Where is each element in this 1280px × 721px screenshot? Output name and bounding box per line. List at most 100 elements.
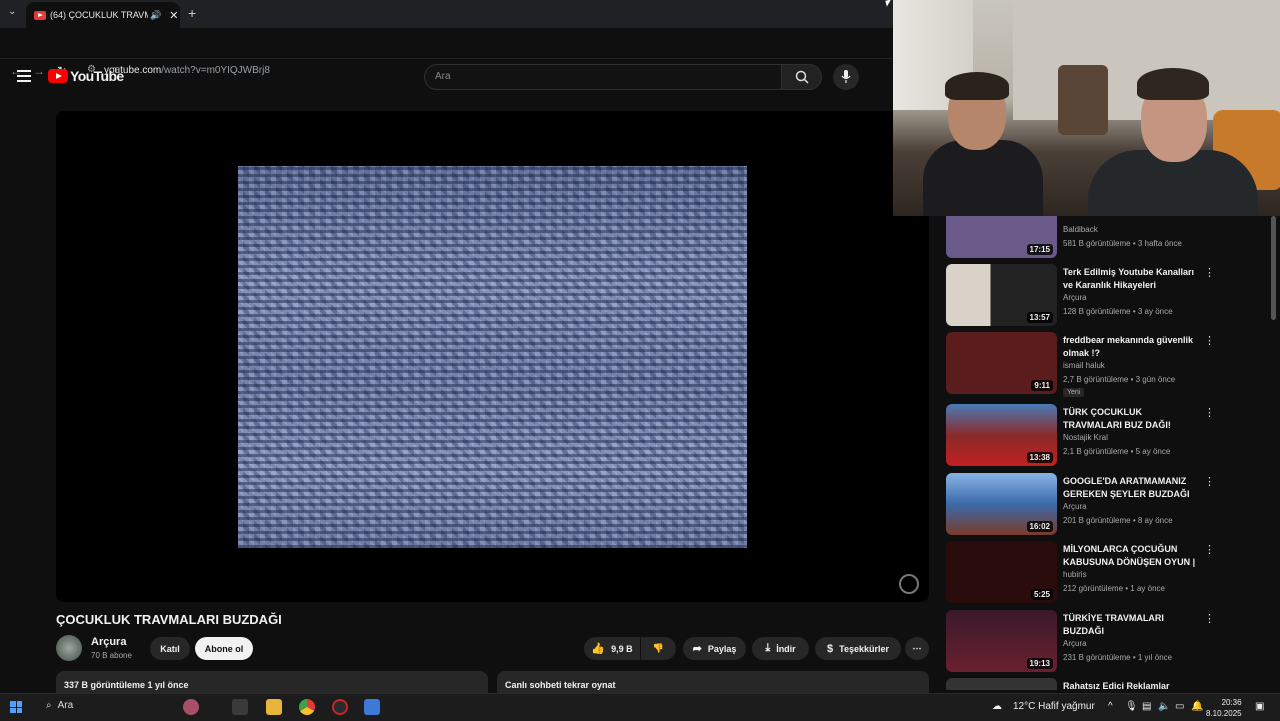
more-vert-icon[interactable]: ⋮ xyxy=(1204,406,1215,419)
windows-start-icon[interactable] xyxy=(10,701,22,713)
super-thanks-icon: $ xyxy=(827,642,834,655)
item-meta: 581 B görüntüleme • 3 hafta önce xyxy=(1063,239,1182,248)
item-title[interactable]: Rahatsız Edici Reklamlar xyxy=(1063,680,1201,690)
list-item[interactable]: 17:15 Baldiback 581 B görüntüleme • 3 ha… xyxy=(946,216,1226,260)
video-thumbnail[interactable]: 13:57 xyxy=(946,264,1057,326)
taskbar-search[interactable]: ⌕ Ara xyxy=(40,700,73,711)
more-vert-icon[interactable]: ⋮ xyxy=(1204,266,1215,279)
join-button[interactable]: Katıl xyxy=(150,637,190,660)
item-title[interactable]: GOOGLE'DA ARATMAMANIZ GEREKEN ŞEYLER BUZ… xyxy=(1063,475,1201,501)
windows-taskbar: ⌕ Ara ☁ 12°C Hafif yağmur ^ 🎙 ▤ 🔈 ▭ 🔔 20:… xyxy=(0,693,1280,721)
item-channel[interactable]: ismail haluk xyxy=(1063,361,1105,370)
more-vert-icon[interactable]: ⋮ xyxy=(1204,612,1215,625)
video-thumbnail[interactable]: 13:38 xyxy=(946,404,1057,466)
like-count: 9,9 B xyxy=(611,643,633,654)
more-icon: ⋯ xyxy=(912,643,922,653)
item-channel[interactable]: Baldiback xyxy=(1063,225,1098,234)
download-icon: ⤓ xyxy=(765,642,771,654)
list-item[interactable]: 19:13 TÜRKİYE TRAVMALARI BUZDAĞI Arçura … xyxy=(946,610,1226,674)
url-field[interactable]: youtube.com/watch?v=m0YIQJWBrj8 xyxy=(104,65,270,76)
subscribe-button[interactable]: Abone ol xyxy=(195,637,253,660)
item-title[interactable]: MİLYONLARCA ÇOCUĞUN KABUSUNA DÖNÜŞEN OYU… xyxy=(1063,543,1201,569)
volume-icon[interactable]: 🔈 xyxy=(1158,701,1170,712)
item-channel[interactable]: hubiris xyxy=(1063,570,1087,579)
more-vert-icon[interactable]: ⋮ xyxy=(1204,475,1215,488)
weather-text[interactable]: 12°C Hafif yağmur xyxy=(1013,701,1095,712)
item-channel[interactable]: Arçura xyxy=(1063,502,1087,511)
list-item[interactable]: 13:57 Terk Edilmiş Youtube Kanalları ve … xyxy=(946,264,1226,328)
share-button[interactable]: ➦ Paylaş xyxy=(683,637,746,660)
video-title: ÇOCUKLUK TRAVMALARI BUZDAĞI xyxy=(56,612,282,627)
video-thumbnail[interactable]: 19:13 xyxy=(946,610,1057,672)
channel-watermark-icon[interactable] xyxy=(899,574,919,594)
item-title[interactable]: Terk Edilmiş Youtube Kanalları ve Karanl… xyxy=(1063,266,1201,292)
chrome-icon[interactable] xyxy=(299,699,315,715)
more-actions-button[interactable]: ⋯ xyxy=(905,637,929,660)
notifications-icon[interactable]: ▣ xyxy=(1255,701,1264,712)
item-meta: 2,7 B görüntüleme • 3 gün önce xyxy=(1063,375,1176,384)
task-view-icon[interactable] xyxy=(232,699,248,715)
item-meta: 2,1 B görüntüleme • 5 ay önce xyxy=(1063,447,1171,456)
video-thumbnail[interactable]: 9:11 xyxy=(946,332,1057,394)
like-button[interactable]: 👍 9,9 B xyxy=(584,637,640,660)
item-channel[interactable]: Arçura xyxy=(1063,639,1087,648)
clock[interactable]: 20:36 8.10.2025 xyxy=(1206,697,1242,719)
list-item[interactable]: 16:02 GOOGLE'DA ARATMAMANIZ GEREKEN ŞEYL… xyxy=(946,473,1226,537)
notification-bell-icon[interactable]: 🔔 xyxy=(1191,701,1203,712)
share-icon: ➦ xyxy=(692,643,702,655)
item-title[interactable]: freddbear mekanında güvenlik olmak !? xyxy=(1063,334,1201,360)
search-input[interactable]: Ara xyxy=(424,64,782,90)
live-chat-label: Canlı sohbeti tekrar oynat xyxy=(505,680,616,690)
obs-icon[interactable] xyxy=(332,699,348,715)
video-thumbnail[interactable]: 16:02 xyxy=(946,473,1057,535)
tray-chevron-icon[interactable]: ^ xyxy=(1108,701,1113,712)
list-item[interactable]: 5:25 MİLYONLARCA ÇOCUĞUN KABUSUNA DÖNÜŞE… xyxy=(946,541,1226,605)
person-1-body xyxy=(923,140,1043,216)
more-vert-icon[interactable]: ⋮ xyxy=(1204,334,1215,347)
app-window-icon[interactable] xyxy=(364,699,380,715)
webcam-overlay xyxy=(893,0,1280,216)
item-title[interactable]: TÜRKİYE TRAVMALARI BUZDAĞI xyxy=(1063,612,1201,638)
taskbar-search-icon: ⌕ xyxy=(46,700,52,711)
sidebar-scrollbar[interactable] xyxy=(1271,216,1276,320)
youtube-logo[interactable]: YouTube TR xyxy=(48,68,124,84)
channel-name[interactable]: Arçura xyxy=(91,636,126,648)
network-icon[interactable]: ▤ xyxy=(1142,701,1151,712)
browser-tab[interactable]: (64) ÇOCUKLUK TRAVMAL 🔊 ✕ xyxy=(26,2,180,28)
item-title[interactable]: TÜRK ÇOCUKLUK TRAVMALARI BUZ DAĞI! (Enes… xyxy=(1063,406,1201,432)
search-button[interactable] xyxy=(781,64,822,90)
octopus-icon xyxy=(183,699,199,715)
item-channel[interactable]: Arçura xyxy=(1063,293,1087,302)
person-1-hair xyxy=(945,72,1009,100)
more-vert-icon[interactable]: ⋮ xyxy=(1204,543,1215,556)
audio-icon[interactable]: 🔊 xyxy=(150,10,161,21)
microphone-tray-icon[interactable]: 🎙 xyxy=(1125,701,1138,712)
item-channel[interactable]: Nostajik Kral xyxy=(1063,433,1108,442)
dislike-button[interactable]: 👎 xyxy=(641,637,676,660)
thanks-button[interactable]: $ Teşekkürler xyxy=(815,637,901,660)
list-item[interactable]: 13:38 TÜRK ÇOCUKLUK TRAVMALARI BUZ DAĞI!… xyxy=(946,404,1226,468)
close-tab-icon[interactable]: ✕ xyxy=(169,9,178,22)
video-thumbnail[interactable]: 5:25 xyxy=(946,541,1057,603)
search-icon xyxy=(795,70,809,84)
video-player[interactable] xyxy=(56,111,929,602)
battery-icon[interactable]: ▭ xyxy=(1175,701,1184,712)
thumbs-down-icon: 👎 xyxy=(652,643,665,653)
tab-list-chevron-icon[interactable]: ⌄ xyxy=(8,6,16,17)
weather-icon[interactable]: ☁ xyxy=(992,701,1002,712)
download-button[interactable]: ⤓ İndir xyxy=(752,637,809,660)
item-meta: 128 B görüntüleme • 3 ay önce xyxy=(1063,307,1173,316)
voice-search-button[interactable] xyxy=(833,64,859,90)
list-item[interactable]: 9:11 freddbear mekanında güvenlik olmak … xyxy=(946,332,1226,397)
url-path: /watch?v=m0YIQJWBrj8 xyxy=(161,65,270,76)
video-thumbnail[interactable]: 17:15 xyxy=(946,216,1057,258)
file-explorer-icon[interactable] xyxy=(266,699,282,715)
video-thumbnail[interactable] xyxy=(946,678,1057,690)
download-label: İndir xyxy=(776,643,796,654)
forward-icon[interactable]: → xyxy=(33,64,45,78)
new-badge: Yeni xyxy=(1063,388,1085,397)
new-tab-icon[interactable]: + xyxy=(188,5,196,21)
menu-icon[interactable] xyxy=(17,70,31,85)
channel-avatar[interactable] xyxy=(56,635,82,661)
list-item[interactable]: Rahatsız Edici Reklamlar xyxy=(946,678,1226,690)
